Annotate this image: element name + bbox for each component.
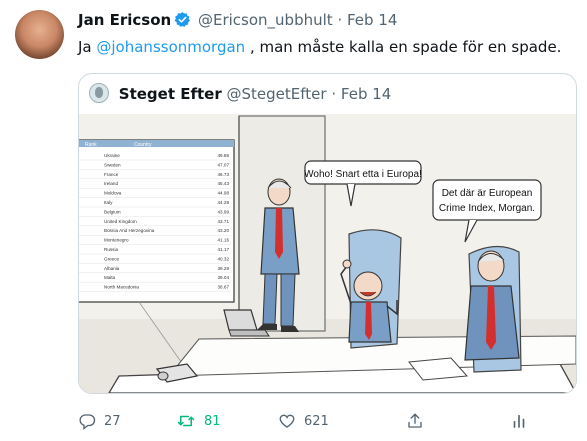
share-icon xyxy=(408,413,422,428)
quoted-tweet[interactable]: Steget Efter @StegetEfter · Feb 14 Rank … xyxy=(78,73,577,394)
screen-header-country: Country xyxy=(134,142,152,148)
screen-row-value: 43.20 xyxy=(218,228,230,233)
tweet-text-suffix: , man måste kalla en spade för en spade. xyxy=(245,38,562,56)
screen-row-value: 38.67 xyxy=(218,285,230,290)
screen-row-value: 39.04 xyxy=(218,275,230,280)
screen-row-country: North Macedonia xyxy=(104,285,139,290)
quoted-author-name[interactable]: Steget Efter xyxy=(119,85,222,103)
screen-row-country: Albania xyxy=(104,266,120,271)
analytics-action[interactable] xyxy=(510,412,528,430)
screen-row-value: 43.71 xyxy=(218,219,230,224)
retweet-count: 81 xyxy=(204,413,221,429)
speech-bubble-right-line2: Crime Index, Morgan. xyxy=(439,203,535,214)
quoted-author-avatar[interactable] xyxy=(89,83,109,103)
screen-row-country: Sweden xyxy=(104,162,121,167)
author-avatar[interactable] xyxy=(15,10,64,59)
screen-row-country: Greece xyxy=(104,256,120,261)
quoted-tweet-header: Steget Efter @StegetEfter · Feb 14 xyxy=(89,83,391,103)
quoted-header-separator: · xyxy=(331,85,337,103)
quoted-author-handle[interactable]: @StegetEfter xyxy=(227,85,327,103)
screen-row-country: Italy xyxy=(104,200,113,205)
screen-row-value: 49.85 xyxy=(218,153,230,158)
reply-count: 27 xyxy=(104,413,121,429)
screen-row-country: United Kingdom xyxy=(104,219,137,224)
screen-row-country: Ireland xyxy=(104,181,118,186)
screen-row-value: 47.07 xyxy=(218,162,230,167)
speech-bubble-right-line1: Det där är European xyxy=(442,188,533,199)
tweet-text: Ja @johanssonmorgan , man måste kalla en… xyxy=(78,37,561,57)
screen-header-rank: Rank xyxy=(85,142,97,148)
screen-row-value: 44.98 xyxy=(218,191,230,196)
screen-row-country: Russia xyxy=(104,247,118,252)
speech-bubble-left: Woho! Snart etta i Europa! xyxy=(304,169,422,180)
tweet-text-prefix: Ja xyxy=(78,38,97,56)
tweet-header: Jan Ericson @Ericson_ubbhult · Feb 14 xyxy=(78,11,397,32)
tweet-date[interactable]: Feb 14 xyxy=(347,11,397,29)
screen-row-country: Montenegro xyxy=(104,238,129,243)
screen-row-value: 41.17 xyxy=(218,247,230,252)
heart-icon xyxy=(279,414,295,428)
like-action[interactable]: 621 xyxy=(278,412,329,430)
screen-row-country: Bosnia And Herzegovina xyxy=(104,228,155,233)
like-count: 621 xyxy=(304,413,329,429)
screen-row-value: 39.29 xyxy=(218,266,230,271)
reply-icon xyxy=(79,414,96,430)
tweet[interactable]: Jan Ericson @Ericson_ubbhult · Feb 14 Ja… xyxy=(0,0,587,441)
screen-row-value: 45.43 xyxy=(218,181,230,186)
author-name[interactable]: Jan Ericson xyxy=(78,11,171,29)
tweet-actions: 27 81 621 xyxy=(78,412,578,434)
author-handle[interactable]: @Ericson_ubbhult xyxy=(198,11,333,29)
screen-row-country: France xyxy=(104,172,119,177)
cartoon-image[interactable]: Rank Country Ukraine 49.85 Sweden 47.07 Fran… xyxy=(79,114,576,393)
header-separator: · xyxy=(337,11,343,29)
screen-row-value: 43.99 xyxy=(218,209,230,214)
screen-row-value: 44.28 xyxy=(218,200,230,205)
screen-row-country: Ukraine xyxy=(104,153,120,158)
verified-badge-icon xyxy=(174,11,191,32)
reply-action[interactable]: 27 xyxy=(78,412,121,430)
retweet-icon xyxy=(177,415,195,427)
share-action[interactable] xyxy=(406,412,424,430)
screen-row-country: Malta xyxy=(104,275,116,280)
screen-row-country: Belgium xyxy=(104,209,121,214)
mention-link[interactable]: @johanssonmorgan xyxy=(96,38,245,56)
analytics-icon xyxy=(513,414,525,428)
retweet-action[interactable]: 81 xyxy=(176,412,221,430)
screen-row-value: 41.16 xyxy=(218,238,230,243)
screen-row-value: 40.32 xyxy=(218,256,230,261)
quoted-tweet-date[interactable]: Feb 14 xyxy=(341,85,391,103)
screen-row-country: Moldova xyxy=(104,191,122,196)
screen-row-value: 46.73 xyxy=(218,172,230,177)
